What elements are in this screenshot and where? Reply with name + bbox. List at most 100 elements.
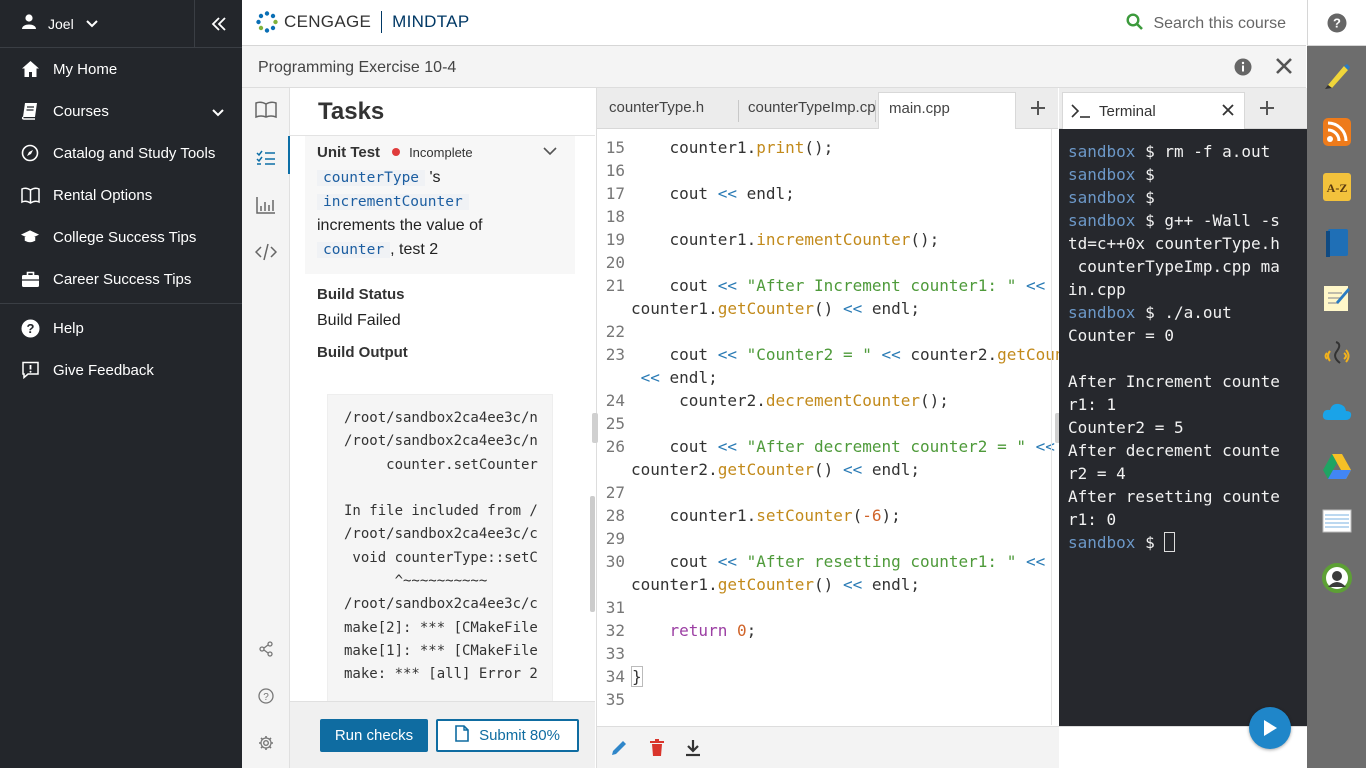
brand-cengage: CENGAGE: [284, 12, 372, 31]
file-icon: [455, 725, 469, 746]
close-icon[interactable]: [1222, 103, 1234, 120]
tab-countertype-h[interactable]: counterType.h: [599, 92, 739, 129]
ebook-app-icon[interactable]: [1321, 227, 1353, 259]
new-file-button[interactable]: [1018, 88, 1058, 128]
line-number: 33: [605, 644, 625, 663]
nav-my-home[interactable]: My Home: [0, 48, 242, 90]
book-icon[interactable]: [254, 98, 278, 122]
run-checks-button[interactable]: Run checks: [320, 719, 428, 752]
svg-text:A-Z: A-Z: [1327, 181, 1348, 195]
line-number: 34: [605, 667, 625, 686]
user-menu[interactable]: Joel: [0, 0, 195, 48]
line-number: 24: [605, 391, 625, 410]
code-text: cout << "After Increment counter1: " <<: [631, 276, 1046, 295]
build-output-box[interactable]: /root/sandbox2ca4ee3c/n /root/sandbox2ca…: [327, 394, 553, 701]
line-number: 31: [605, 598, 625, 617]
user-icon: [22, 13, 36, 34]
code-area[interactable]: 15 counter1.print(); 16 17 cout << endl; 18…: [597, 129, 1059, 725]
highlighter-app-icon[interactable]: [1321, 60, 1353, 92]
submit-button[interactable]: Submit 80%: [436, 719, 579, 752]
code-icon[interactable]: [254, 240, 278, 264]
svg-text:?: ?: [26, 321, 34, 336]
close-icon: [1276, 58, 1292, 74]
help-icon: ?: [20, 318, 40, 338]
nav-rental-options[interactable]: Rental Options: [0, 174, 242, 216]
chevron-down-icon: [85, 15, 98, 33]
play-button[interactable]: [1249, 707, 1291, 749]
google-drive-app-icon[interactable]: [1321, 450, 1353, 482]
user-name: Joel: [48, 15, 74, 32]
rss-app-icon[interactable]: [1321, 116, 1353, 148]
question-circle-icon: ?: [1327, 13, 1347, 32]
terminal-cursor: [1164, 532, 1176, 552]
notes-app-icon[interactable]: [1321, 282, 1353, 314]
onedrive-app-icon[interactable]: [1321, 395, 1353, 427]
tab-countertypeimp-cpp[interactable]: counterTypeImp.cpp: [738, 92, 876, 129]
tasks-icon[interactable]: [254, 136, 291, 174]
nav-courses[interactable]: Courses: [0, 90, 242, 132]
nav-catalog[interactable]: Catalog and Study Tools: [0, 132, 242, 174]
build-status-value: Build Failed: [317, 312, 401, 329]
line-number: 15: [605, 138, 625, 157]
search-box[interactable]: Search this course: [1126, 13, 1286, 35]
code-text: counter1.setCounter(-6);: [631, 506, 901, 525]
play-icon: [1264, 720, 1277, 736]
download-icon[interactable]: [685, 739, 701, 762]
terminal-tab-bar: Terminal: [1059, 88, 1307, 129]
panel-resize-handle[interactable]: [592, 413, 598, 443]
pencil-icon[interactable]: [610, 739, 628, 762]
collapse-nav-button[interactable]: [195, 0, 242, 48]
unit-test-card[interactable]: Unit Test Incomplete counterType 's incr…: [305, 136, 575, 274]
trash-icon[interactable]: [649, 739, 665, 762]
nav-career-success[interactable]: Career Success Tips: [0, 258, 242, 300]
nav-label: My Home: [53, 60, 118, 78]
nav-college-success[interactable]: College Success Tips: [0, 216, 242, 258]
build-status-label: Build Status: [317, 286, 405, 303]
code-editor: counterType.h counterTypeImp.cpp main.cp…: [596, 88, 1059, 768]
line-number: 25: [605, 414, 625, 433]
prompt-user: sandbox: [1068, 303, 1136, 322]
prompt-user: sandbox: [1068, 211, 1136, 230]
tab-terminal[interactable]: Terminal: [1062, 92, 1245, 129]
tab-main-cpp[interactable]: main.cpp: [878, 92, 1016, 129]
readspeaker-app-icon[interactable]: [1321, 338, 1353, 370]
nav-help[interactable]: ? Help: [0, 307, 242, 349]
bar-chart-icon[interactable]: [254, 193, 278, 217]
chevron-down-icon[interactable]: [543, 143, 557, 161]
top-bar: CENGAGE MINDTAP Search this course: [242, 0, 1306, 46]
app-dock: ? A-Z: [1307, 0, 1366, 768]
terminal-prompt-icon: [1071, 104, 1090, 118]
description-text: increments the value of: [317, 217, 483, 234]
help-circle-icon[interactable]: ?: [254, 684, 278, 708]
line-number: 32: [605, 621, 625, 640]
settings-gear-icon[interactable]: [254, 731, 278, 755]
double-chevron-left-icon: [211, 16, 226, 31]
code-text: return 0;: [669, 621, 757, 640]
nav-label: Rental Options: [53, 186, 153, 204]
cengage-mindtap-logo[interactable]: CENGAGE MINDTAP: [256, 11, 469, 33]
tasks-scroll-area[interactable]: Unit Test Incomplete counterType 's incr…: [305, 136, 575, 701]
new-terminal-button[interactable]: [1247, 88, 1287, 128]
code-text: }: [631, 666, 643, 687]
tasks-scrollbar[interactable]: [590, 496, 595, 612]
info-button[interactable]: [1234, 58, 1252, 81]
status-dot: [392, 148, 401, 156]
help-button[interactable]: ?: [1307, 0, 1366, 46]
profile-app-icon[interactable]: [1321, 562, 1353, 594]
flashcards-app-icon[interactable]: [1321, 505, 1353, 537]
nav-give-feedback[interactable]: Give Feedback: [0, 349, 242, 391]
code-text: counter1.getCounter() << endl;: [631, 299, 920, 318]
terminal-line: After decrement counte: [1068, 441, 1280, 460]
code-text: cout << "After decrement counter2 = " <<: [631, 437, 1055, 456]
line-number: 16: [605, 161, 625, 180]
nav-label: Help: [53, 319, 84, 337]
share-icon[interactable]: [254, 637, 278, 661]
close-activity-button[interactable]: [1274, 56, 1294, 81]
user-row: Joel: [0, 0, 242, 48]
description-text: , test 2: [390, 241, 439, 258]
terminal-output[interactable]: sandbox $ rm -f a.out sandbox $ sandbox $ s…: [1068, 140, 1300, 554]
tasks-panel: Tasks Unit Test Incomplete counterType '…: [290, 88, 595, 768]
terminal-line: counterTypeImp.cpp ma: [1068, 257, 1280, 276]
dictionary-app-icon[interactable]: A-Z: [1321, 171, 1353, 203]
nav-divider: [0, 303, 242, 304]
